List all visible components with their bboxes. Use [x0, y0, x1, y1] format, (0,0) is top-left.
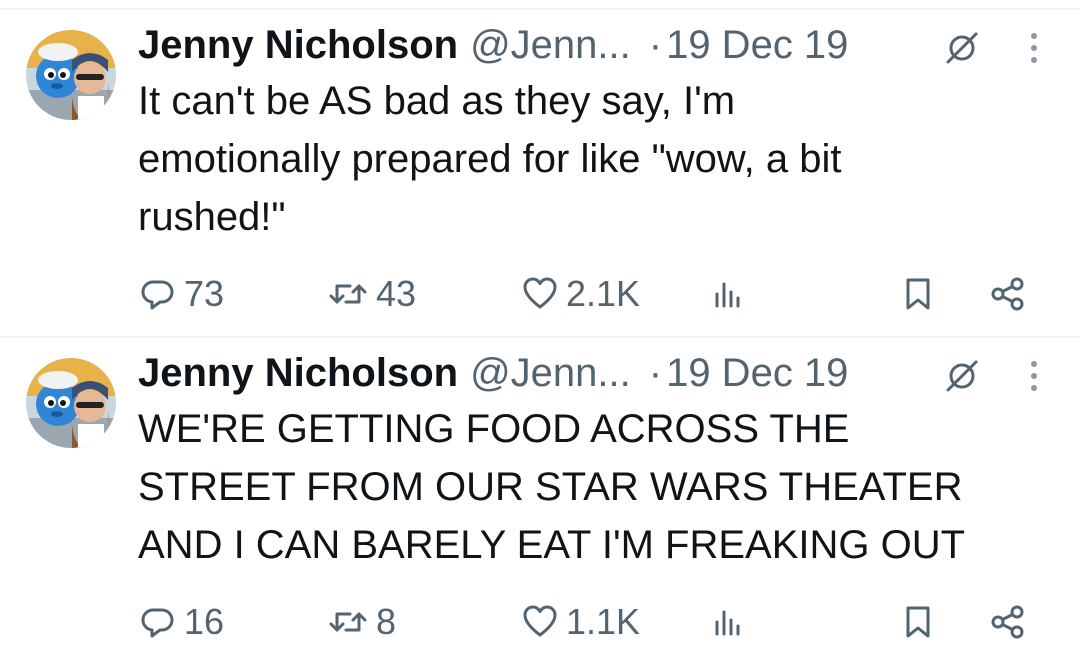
avatar-image: [26, 30, 116, 120]
share-button[interactable]: [988, 268, 1028, 320]
user-handle[interactable]: @Jenn...: [470, 351, 631, 395]
share-icon: [991, 277, 1024, 311]
display-name[interactable]: Jenny Nicholson: [138, 23, 458, 67]
like-count: 2.1K: [566, 273, 641, 314]
more-icon[interactable]: [1022, 356, 1046, 396]
views-button[interactable]: [712, 268, 744, 320]
avatar[interactable]: [26, 30, 116, 120]
views-icon: [715, 610, 740, 636]
tweet[interactable]: Jenny Nicholson @Jenn... · 19 Dec 19 It can…: [0, 0, 1080, 328]
bookmark-icon: [906, 278, 930, 310]
retweet-icon: [329, 284, 367, 304]
share-icon: [991, 605, 1024, 639]
grok-icon[interactable]: [944, 358, 980, 394]
retweet-icon: [329, 612, 367, 632]
tweet-header: Jenny Nicholson @Jenn... · 19 Dec 19: [138, 20, 1038, 70]
reply-button[interactable]: 73: [140, 268, 224, 320]
tweet-date[interactable]: 19 Dec 19: [666, 351, 848, 395]
reply-count: 16: [184, 601, 225, 642]
retweet-button[interactable]: 43: [328, 268, 416, 320]
tweet-header: Jenny Nicholson @Jenn... · 19 Dec 19: [138, 348, 1038, 398]
retweet-count: 8: [376, 601, 397, 642]
more-icon[interactable]: [1022, 28, 1046, 68]
tweet-date[interactable]: 19 Dec 19: [666, 23, 848, 67]
avatar[interactable]: [26, 358, 116, 448]
like-count: 1.1K: [566, 601, 641, 642]
avatar-image: [26, 358, 116, 448]
reply-icon: [141, 608, 174, 638]
views-icon: [715, 282, 740, 308]
views-button[interactable]: [712, 596, 744, 648]
separator-dot: ·: [648, 23, 663, 67]
like-button[interactable]: 2.1K: [522, 268, 640, 320]
reply-button[interactable]: 16: [140, 596, 224, 648]
display-name[interactable]: Jenny Nicholson: [138, 351, 458, 395]
tweet-text: WE'RE GETTING FOOD ACROSS THE STREET FRO…: [138, 407, 966, 567]
heart-icon: [523, 605, 557, 637]
reply-count: 73: [184, 273, 225, 314]
reply-icon: [141, 280, 174, 310]
tweet-actions: 73 43 2.1K: [0, 268, 1080, 320]
heart-icon: [523, 277, 557, 309]
bookmark-button[interactable]: [900, 268, 936, 320]
tweet-actions: 16 8 1.1K: [0, 596, 1080, 648]
tweet[interactable]: Jenny Nicholson @Jenn... · 19 Dec 19 WE'RE …: [0, 328, 1080, 656]
like-button[interactable]: 1.1K: [522, 596, 640, 648]
bookmark-icon: [906, 606, 930, 638]
user-handle[interactable]: @Jenn...: [470, 23, 631, 67]
grok-icon[interactable]: [944, 30, 980, 66]
share-button[interactable]: [988, 596, 1028, 648]
retweet-count: 43: [376, 273, 417, 314]
separator-dot: ·: [648, 351, 663, 395]
tweet-text: It can't be AS bad as they say, I'm emot…: [138, 79, 842, 239]
bookmark-button[interactable]: [900, 596, 936, 648]
retweet-button[interactable]: 8: [328, 596, 396, 648]
